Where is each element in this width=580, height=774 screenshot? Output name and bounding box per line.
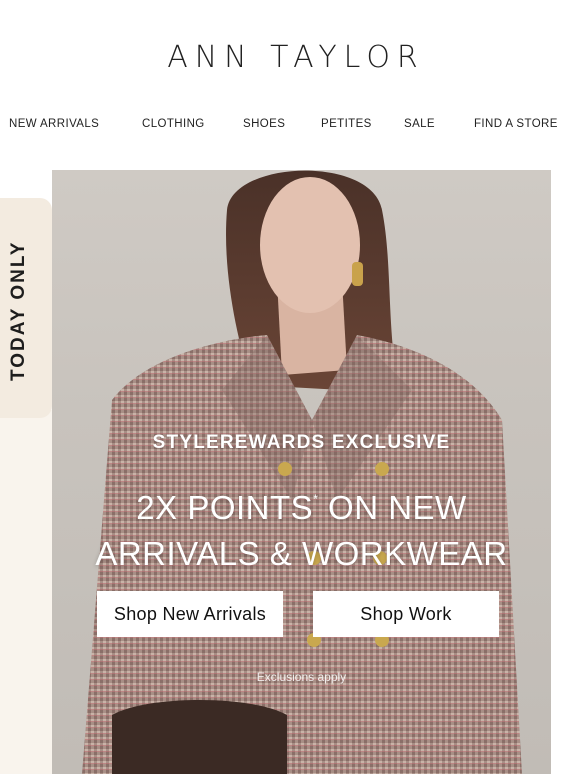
nav-item-petites[interactable]: PETITES xyxy=(321,116,372,132)
main-nav: NEW ARRIVALS CLOTHING SHOES PETITES SALE… xyxy=(0,116,580,132)
nav-item-sale[interactable]: SALE xyxy=(404,116,435,132)
nav-item-find-a-store[interactable]: FIND A STORE xyxy=(474,116,558,132)
nav-item-clothing[interactable]: CLOTHING xyxy=(142,116,205,132)
nav-item-shoes[interactable]: SHOES xyxy=(243,116,285,132)
exclusions-note: Exclusions apply xyxy=(256,670,347,684)
hero-eyebrow: STYLEREWARDS EXCLUSIVE xyxy=(152,432,451,453)
nav-item-new-arrivals[interactable]: NEW ARRIVALS xyxy=(9,116,99,132)
side-strip xyxy=(0,410,52,774)
button-shape xyxy=(278,462,292,476)
today-only-label: TODAY ONLY xyxy=(8,240,29,382)
button-shape xyxy=(375,462,389,476)
hero-headline: 2X POINTS* ON NEW ARRIVALS & WORKWEAR xyxy=(95,489,508,572)
shop-new-arrivals-button[interactable]: Shop New Arrivals xyxy=(97,591,283,637)
face-shape xyxy=(260,177,360,313)
bag-shape xyxy=(112,700,287,774)
earring-shape xyxy=(352,262,363,286)
hero-banner[interactable]: STYLEREWARDS EXCLUSIVE 2X POINTS* ON NEW… xyxy=(52,170,551,774)
shop-work-button[interactable]: Shop Work xyxy=(313,591,499,637)
brand-logo[interactable]: ANN TAYLOR xyxy=(0,38,580,78)
